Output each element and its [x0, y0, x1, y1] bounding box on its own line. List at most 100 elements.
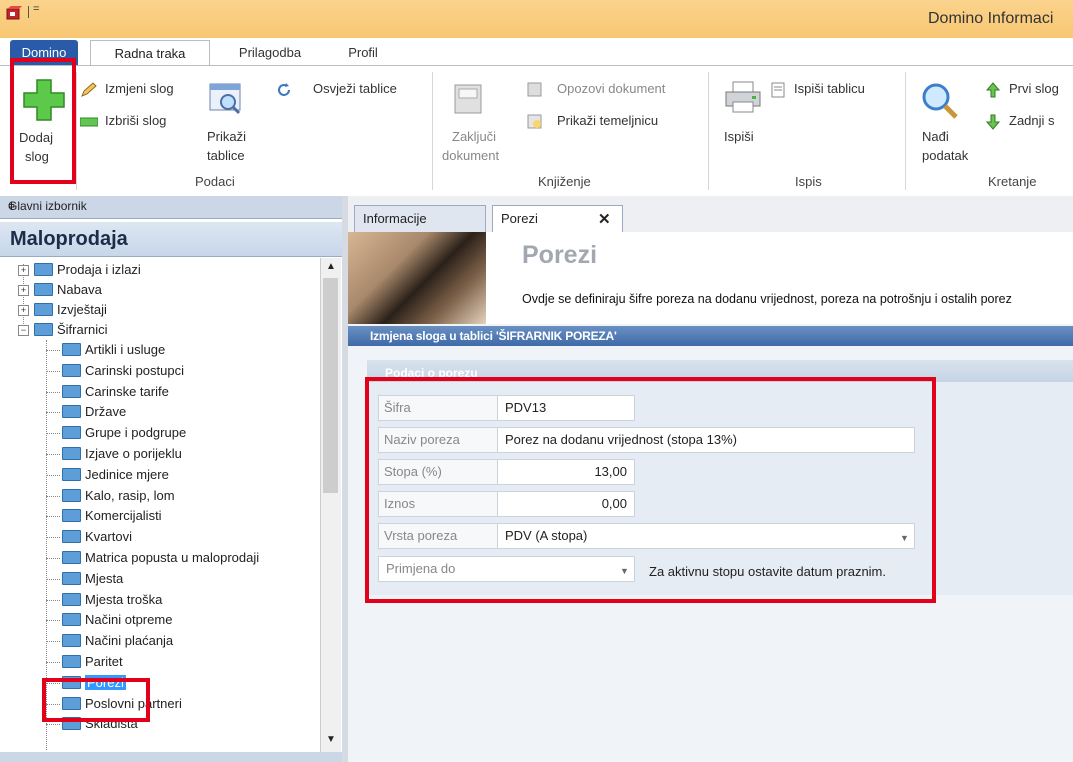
expand-icon[interactable]: + — [18, 285, 29, 296]
show-tables-label-1: Prikaži — [207, 129, 247, 144]
tree-item-mjesta-troška[interactable]: Mjesta troška — [62, 591, 162, 611]
tree-item-izvjestaji[interactable]: + Izvještaji — [18, 301, 107, 321]
doc-tab-informacije[interactable]: Informacije — [354, 205, 486, 232]
collapse-icon[interactable]: − — [18, 325, 29, 336]
edit-header-bar: Izmjena sloga u tablici 'ŠIFRARNIK POREZ… — [348, 326, 1073, 346]
folder-icon — [34, 283, 53, 297]
close-tab-icon[interactable]: ✕ — [598, 210, 611, 228]
delete-record-button[interactable]: Izbriši slog — [80, 112, 200, 132]
revoke-document-button[interactable]: Opozovi dokument — [527, 80, 707, 100]
edit-record-label: Izmjeni slog — [105, 81, 174, 96]
tree-line — [46, 662, 60, 663]
tab-profil[interactable]: Profil — [335, 40, 391, 65]
tab-radna-traka[interactable]: Radna traka — [90, 40, 210, 66]
qat-separator — [28, 6, 29, 18]
folder-icon — [62, 530, 81, 544]
title-bar: = Domino Informaci — [0, 0, 1073, 38]
app-icon[interactable] — [6, 6, 22, 20]
qat-customize-icon[interactable]: = — [33, 3, 39, 15]
tree-item-izjave-o-porijeklu[interactable]: Izjave o porijeklu — [62, 445, 182, 465]
tree-item-carinske-tarife[interactable]: Carinske tarife — [62, 383, 169, 403]
print-table-icon — [771, 82, 785, 98]
tree-item-paritet[interactable]: Paritet — [62, 653, 123, 673]
folder-icon — [62, 363, 81, 377]
close-document-label-2: dokument — [442, 148, 500, 163]
tree-item-nabava[interactable]: + Nabava — [18, 281, 102, 301]
refresh-tables-button[interactable]: Osvježi tablice — [275, 80, 415, 100]
first-record-button[interactable]: Prvi slog — [985, 80, 1073, 100]
group-label-knjizenje: Knjiženje — [538, 174, 591, 189]
pencil-icon — [81, 82, 97, 97]
pin-icon[interactable]: ǂ — [8, 199, 15, 213]
tree-item-države[interactable]: Države — [62, 403, 126, 423]
group-label-ispis: Ispis — [795, 174, 822, 189]
tree-item-prodaja[interactable]: + Prodaja i izlazi — [18, 261, 141, 281]
tree-item-matrica-popusta-u-maloprodaji[interactable]: Matrica popusta u maloprodaji — [62, 549, 259, 569]
folder-icon — [34, 303, 53, 317]
tree-scrollbar[interactable]: ▲ ▼ — [320, 258, 341, 752]
expand-icon[interactable]: + — [18, 265, 29, 276]
show-ledger-button[interactable]: Prikaži temeljnicu — [527, 112, 707, 132]
window-title: Domino Informaci — [928, 10, 1054, 27]
tree-item-načini-plaćanja[interactable]: Načini plaćanja — [62, 632, 173, 652]
tree-item-komercijalisti[interactable]: Komercijalisti — [62, 507, 162, 527]
highlight-box-porezi — [42, 678, 150, 722]
folder-open-icon — [34, 323, 53, 337]
module-title-bar: Maloprodaja — [0, 222, 342, 257]
tree-item-artikli-i-usluge[interactable]: Artikli i usluge — [62, 341, 165, 361]
tree-item-mjesta[interactable]: Mjesta — [62, 570, 123, 590]
main-menu-header: Glavni izbornik ǂ — [0, 196, 342, 219]
tree-item-kalo-rasip-lom[interactable]: Kalo, rasip, lom — [62, 487, 175, 507]
tree-line — [46, 599, 60, 601]
tree-line — [46, 350, 60, 351]
show-ledger-label: Prikaži temeljnicu — [557, 113, 659, 128]
ribbon-separator — [905, 72, 906, 190]
tree-line — [46, 516, 60, 518]
tree-line — [46, 724, 60, 726]
tree-line — [46, 412, 60, 414]
folder-icon — [62, 509, 81, 523]
module-title: Maloprodaja — [10, 228, 128, 250]
group-label-kretanje: Kretanje — [988, 174, 1037, 189]
highlight-box-form — [365, 377, 936, 603]
folder-icon — [62, 426, 81, 440]
edit-record-button[interactable]: Izmjeni slog — [80, 80, 200, 100]
ledger-icon — [527, 114, 542, 129]
folder-icon — [62, 467, 81, 481]
tree-item-kvartovi[interactable]: Kvartovi — [62, 528, 132, 548]
main-menu-title: Glavni izbornik — [8, 199, 87, 213]
arrow-up-icon — [985, 82, 1001, 98]
last-record-button[interactable]: Zadnji s — [985, 112, 1073, 132]
folder-icon — [62, 655, 81, 669]
delete-record-label: Izbriši slog — [105, 113, 167, 128]
scroll-down-icon[interactable]: ▼ — [326, 734, 336, 745]
print-button[interactable]: Ispiši — [718, 72, 778, 172]
calendar-search-icon — [209, 83, 241, 115]
tab-prilagodba[interactable]: Prilagodba — [212, 40, 328, 65]
refresh-icon — [278, 83, 290, 96]
magnifier-icon — [922, 83, 958, 119]
print-table-label: Ispiši tablicu — [794, 81, 865, 96]
tree-item-jedinice-mjere[interactable]: Jedinice mjere — [62, 466, 169, 486]
delete-icon — [80, 117, 98, 127]
find-record-label-2: podatak — [922, 148, 969, 163]
tree-line — [46, 433, 60, 435]
scroll-thumb[interactable] — [323, 278, 338, 493]
folder-icon — [62, 571, 81, 585]
find-record-button[interactable]: Nađi podatak — [915, 72, 975, 172]
banner-image — [348, 232, 486, 324]
tree-item-načini-otpreme[interactable]: Načini otpreme — [62, 611, 172, 631]
tree-item-sifrarnici[interactable]: − Šifrarnici — [18, 321, 108, 341]
scroll-up-icon[interactable]: ▲ — [326, 261, 336, 272]
ribbon-separator — [432, 72, 433, 190]
tree-line — [46, 558, 60, 559]
expand-icon[interactable]: + — [18, 305, 29, 316]
tree-item-carinski-postupci[interactable]: Carinski postupci — [62, 362, 184, 382]
tree-line — [46, 620, 60, 622]
print-table-button[interactable]: Ispiši tablicu — [770, 80, 900, 100]
show-tables-button[interactable]: Prikaži tablice — [205, 72, 260, 172]
folder-icon — [62, 405, 81, 419]
folder-icon — [62, 447, 81, 461]
tree-item-grupe-i-podgrupe[interactable]: Grupe i podgrupe — [62, 424, 186, 444]
close-document-button[interactable]: Zaključi dokument — [440, 72, 520, 172]
